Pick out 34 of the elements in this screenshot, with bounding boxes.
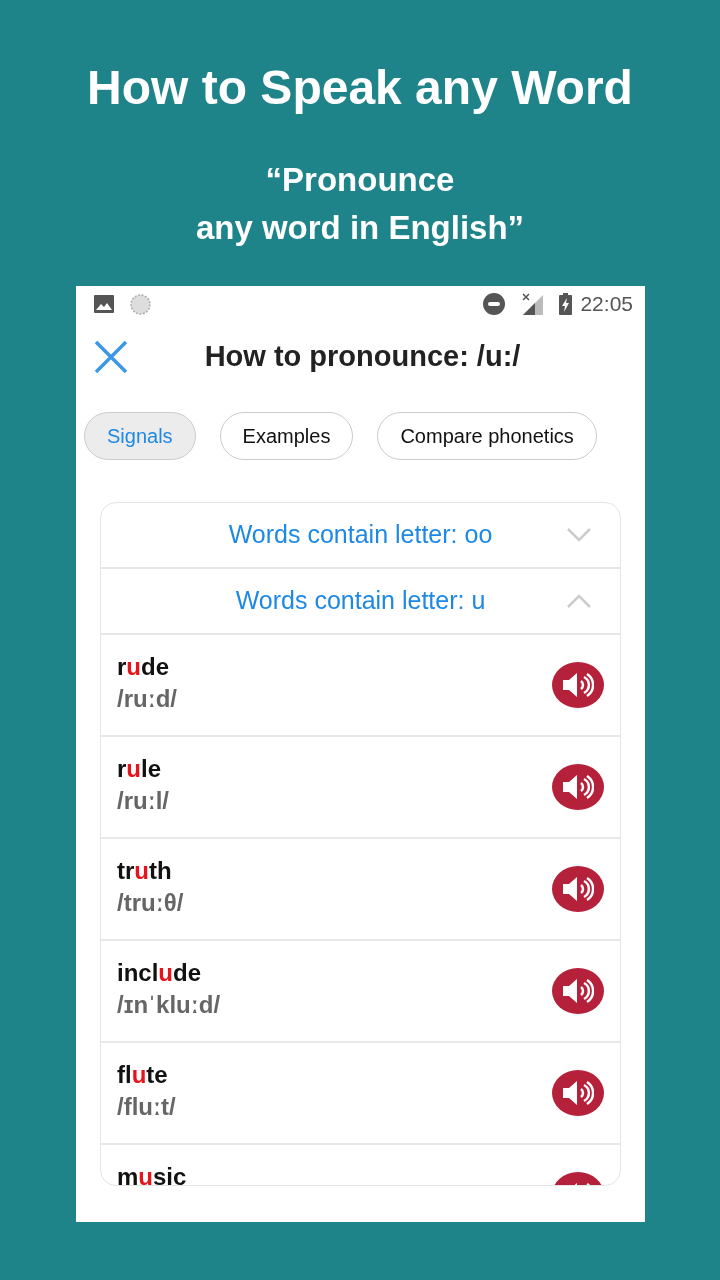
section-header[interactable]: Words contain letter: oo (101, 503, 620, 569)
speaker-icon (562, 671, 594, 699)
phonetic-text: /truːθ/ (117, 888, 185, 918)
subtitle-line: “Pronounce (264, 160, 456, 200)
phonetic-text: /ruːl/ (117, 786, 170, 816)
section-header[interactable]: Words contain letter: u (101, 569, 620, 635)
subtitle-line: any word in English” (194, 208, 526, 248)
do-not-disturb-icon (483, 293, 506, 315)
speaker-icon (562, 977, 594, 1005)
tab[interactable]: Examples (219, 412, 354, 460)
tab[interactable]: Compare phonetics (377, 412, 597, 460)
word-text: music (117, 1162, 188, 1185)
image-icon (94, 295, 114, 313)
section-title: Words contain letter: oo (228, 519, 493, 551)
loading-icon (130, 293, 151, 315)
speaker-icon (562, 875, 594, 903)
speaker-icon (562, 773, 594, 801)
phonetic-text: /fluːt/ (117, 1092, 177, 1122)
close-icon[interactable] (94, 340, 128, 374)
phonetic-text: /ruːd/ (117, 684, 178, 714)
word-text: rule (117, 754, 163, 784)
tab[interactable]: Signals (84, 412, 196, 460)
screen-title: How to pronounce: /u:/ (203, 339, 522, 375)
headline: How to Speak any Word (86, 60, 634, 112)
section-title: Words contain letter: u (235, 585, 486, 617)
signal-icon (521, 293, 544, 315)
word-text: include (117, 958, 203, 988)
battery-charging-icon (559, 293, 573, 315)
word-text: flute (117, 1060, 169, 1090)
word-text: truth (117, 856, 173, 886)
speaker-icon (562, 1079, 594, 1107)
clock-time: 22:05 (580, 291, 633, 318)
word-text: rude (117, 652, 171, 682)
phonetic-text: /ɪnˈkluːd/ (117, 990, 222, 1020)
